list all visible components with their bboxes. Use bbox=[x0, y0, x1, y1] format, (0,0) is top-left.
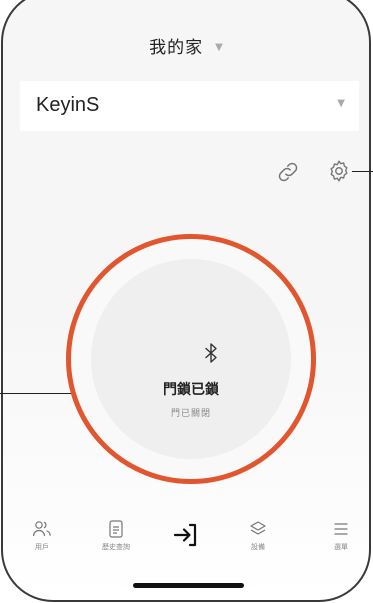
tab-devices[interactable]: 設備 bbox=[228, 520, 288, 552]
lock-selector[interactable]: KeyinS ▼ bbox=[20, 81, 359, 131]
door-status-subtitle: 門已關閉 bbox=[170, 409, 211, 419]
phone-screen: 我的家 ▼ KeyinS ▼ 門鎖已鎖 門已關閉 用戶 歷史查詢 設備 選單 bbox=[0, 0, 373, 603]
tab-history[interactable]: 歷史查詢 bbox=[86, 520, 146, 552]
tab-users[interactable]: 用戶 bbox=[12, 520, 72, 552]
layers-icon bbox=[250, 521, 266, 535]
caret-down-icon: ▼ bbox=[215, 42, 224, 53]
tab-history-label: 歷史查詢 bbox=[102, 543, 130, 551]
tab-devices-label: 設備 bbox=[251, 543, 265, 551]
callout-line bbox=[352, 171, 373, 172]
users-icon bbox=[32, 521, 51, 537]
lock-status-circle: 門鎖已鎖 門已關閉 bbox=[91, 259, 291, 459]
lock-name: KeyinS bbox=[36, 94, 100, 116]
home-name: 我的家 bbox=[149, 38, 204, 58]
tab-menu-label: 選單 bbox=[334, 543, 348, 551]
callout-line bbox=[0, 393, 82, 394]
menu-icon bbox=[334, 523, 348, 535]
caret-down-icon: ▼ bbox=[337, 98, 345, 109]
unlock-arrow-icon bbox=[173, 523, 197, 547]
tab-menu[interactable]: 選單 bbox=[311, 520, 371, 552]
tab-unlock[interactable] bbox=[156, 522, 216, 548]
lock-status-button[interactable]: 門鎖已鎖 門已關閉 bbox=[66, 234, 316, 484]
link-icon[interactable] bbox=[275, 159, 301, 185]
gear-icon[interactable] bbox=[326, 158, 352, 184]
bottom-tab-bar: 用戶 歷史查詢 設備 選單 bbox=[0, 520, 373, 570]
home-selector[interactable]: 我的家 ▼ bbox=[0, 33, 373, 58]
bluetooth-icon bbox=[205, 343, 217, 363]
tab-users-label: 用戶 bbox=[35, 543, 49, 551]
history-icon bbox=[109, 520, 123, 538]
lock-status-title: 門鎖已鎖 bbox=[163, 382, 219, 398]
home-indicator bbox=[133, 583, 244, 588]
